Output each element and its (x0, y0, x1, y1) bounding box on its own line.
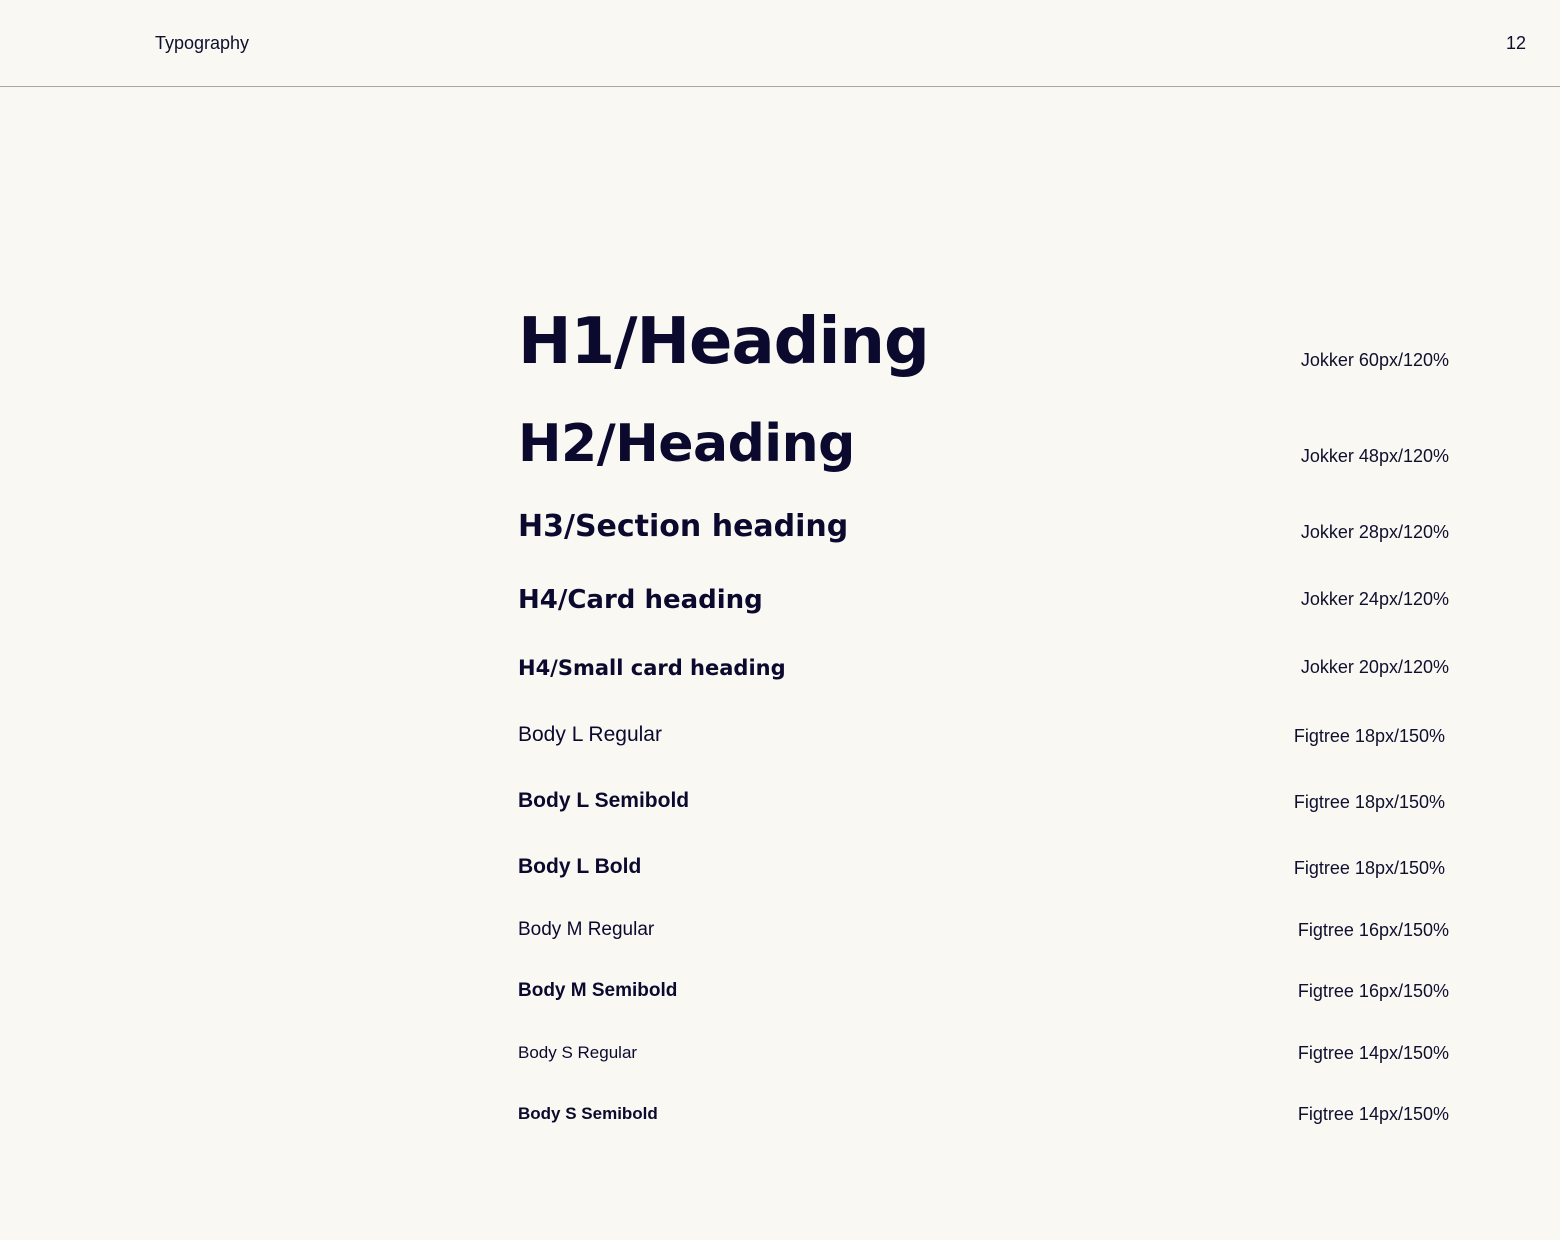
type-sample-body-l-regular: Body L Regular (518, 723, 662, 746)
type-sample-body-s-semibold: Body S Semibold (518, 1104, 658, 1123)
type-sample-h1: H1/Heading (518, 305, 930, 379)
type-spec-body-m-regular: Figtree 16px/150% (1297, 920, 1449, 940)
type-spec-h4-card: Jokker 24px/120% (1300, 589, 1449, 609)
type-sample-body-l-bold: Body L Bold (518, 855, 642, 878)
page-number: 12 (1505, 33, 1526, 53)
type-sample-h3: H3/Section heading (518, 509, 849, 544)
type-spec-body-l-bold: Figtree 18px/150% (1293, 858, 1445, 878)
page-header: Typography 12 (0, 0, 1560, 87)
type-spec-body-l-semibold: Figtree 18px/150% (1293, 792, 1445, 812)
type-sample-h4-card: H4/Card heading (518, 585, 763, 615)
type-sample-body-s-regular: Body S Regular (518, 1043, 638, 1062)
type-spec-body-s-semibold: Figtree 14px/150% (1297, 1104, 1449, 1124)
type-sample-h4-small-card: H4/Small card heading (518, 656, 786, 680)
type-sample-h2: H2/Heading (518, 414, 855, 474)
type-spec-h3: Jokker 28px/120% (1300, 522, 1449, 542)
section-title: Typography (155, 33, 250, 53)
type-sample-body-l-semibold: Body L Semibold (518, 789, 690, 812)
type-spec-h2: Jokker 48px/120% (1300, 446, 1449, 466)
type-spec-body-s-regular: Figtree 14px/150% (1297, 1043, 1449, 1063)
type-sample-body-m-semibold: Body M Semibold (518, 980, 678, 1001)
type-spec-body-m-semibold: Figtree 16px/150% (1297, 981, 1449, 1001)
type-spec-body-l-regular: Figtree 18px/150% (1293, 726, 1445, 746)
type-spec-h1: Jokker 60px/120% (1300, 350, 1449, 370)
type-spec-h4-small-card: Jokker 20px/120% (1300, 657, 1449, 677)
type-sample-body-m-regular: Body M Regular (518, 919, 655, 940)
